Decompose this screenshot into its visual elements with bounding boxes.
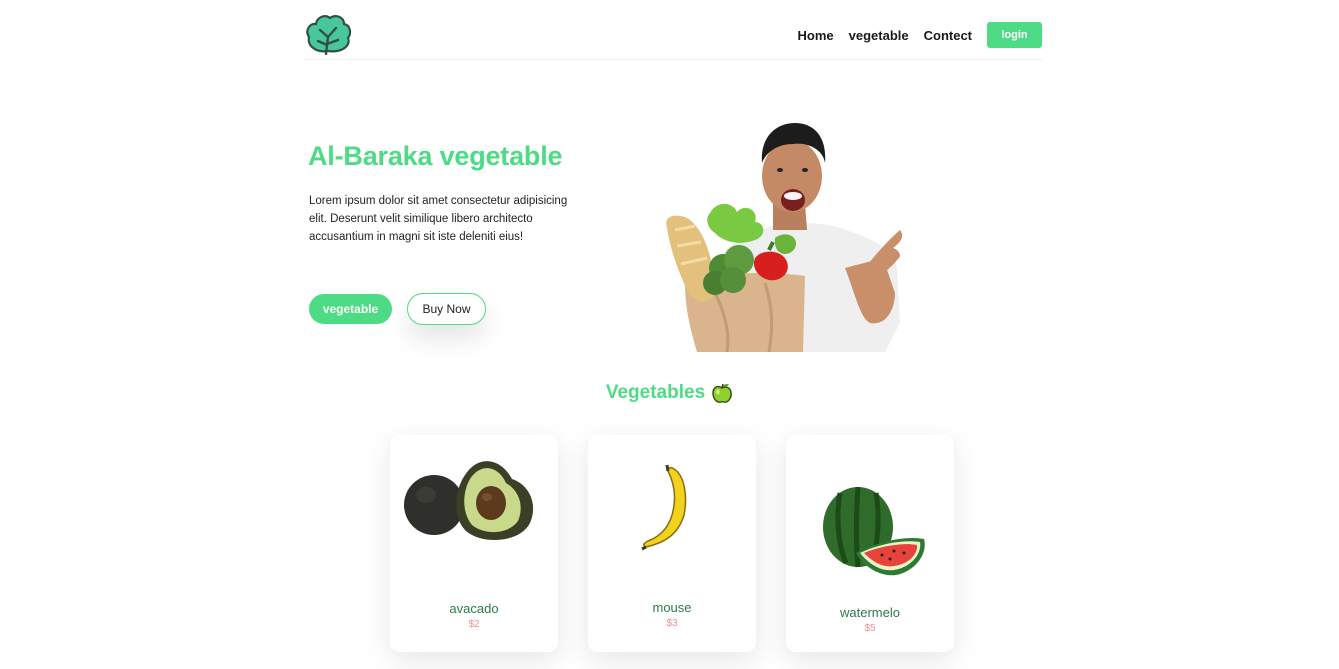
vegetable-button[interactable]: vegetable — [309, 294, 392, 324]
nav-vegetable-link[interactable]: vegetable — [849, 28, 909, 43]
avocado-image — [404, 461, 534, 541]
section-title-text: Vegetables — [605, 382, 706, 403]
product-price: $3 — [666, 618, 678, 629]
hero-title: Al-Baraka vegetable — [308, 141, 563, 171]
nav-links: Home vegetable Contect login — [798, 22, 1042, 48]
product-price: $5 — [864, 623, 876, 634]
product-card[interactable]: avacado $2 — [390, 435, 558, 652]
buy-now-button[interactable]: Buy Now — [407, 293, 486, 325]
login-button[interactable]: login — [987, 22, 1042, 48]
navbar: Home vegetable Contect login — [303, 0, 1042, 60]
nav-home-link[interactable]: Home — [798, 28, 834, 43]
banana-image — [641, 464, 687, 551]
man-holding-grocery-bag-image — [666, 123, 903, 352]
leaf-logo-icon[interactable] — [305, 13, 351, 55]
product-card[interactable]: watermelo $5 — [786, 435, 954, 652]
product-name: watermelo — [840, 605, 900, 620]
product-card[interactable]: mouse $3 — [588, 435, 756, 652]
watermelon-image — [823, 486, 925, 576]
nav-contact-link[interactable]: Contect — [924, 28, 972, 43]
product-name: mouse — [652, 600, 692, 615]
section-title: Vegetables — [0, 382, 1339, 404]
green-apple-icon — [712, 383, 732, 403]
product-price: $2 — [468, 619, 480, 630]
product-name: avacado — [449, 601, 499, 616]
hero-description: Lorem ipsum dolor sit amet consectetur a… — [309, 195, 568, 243]
